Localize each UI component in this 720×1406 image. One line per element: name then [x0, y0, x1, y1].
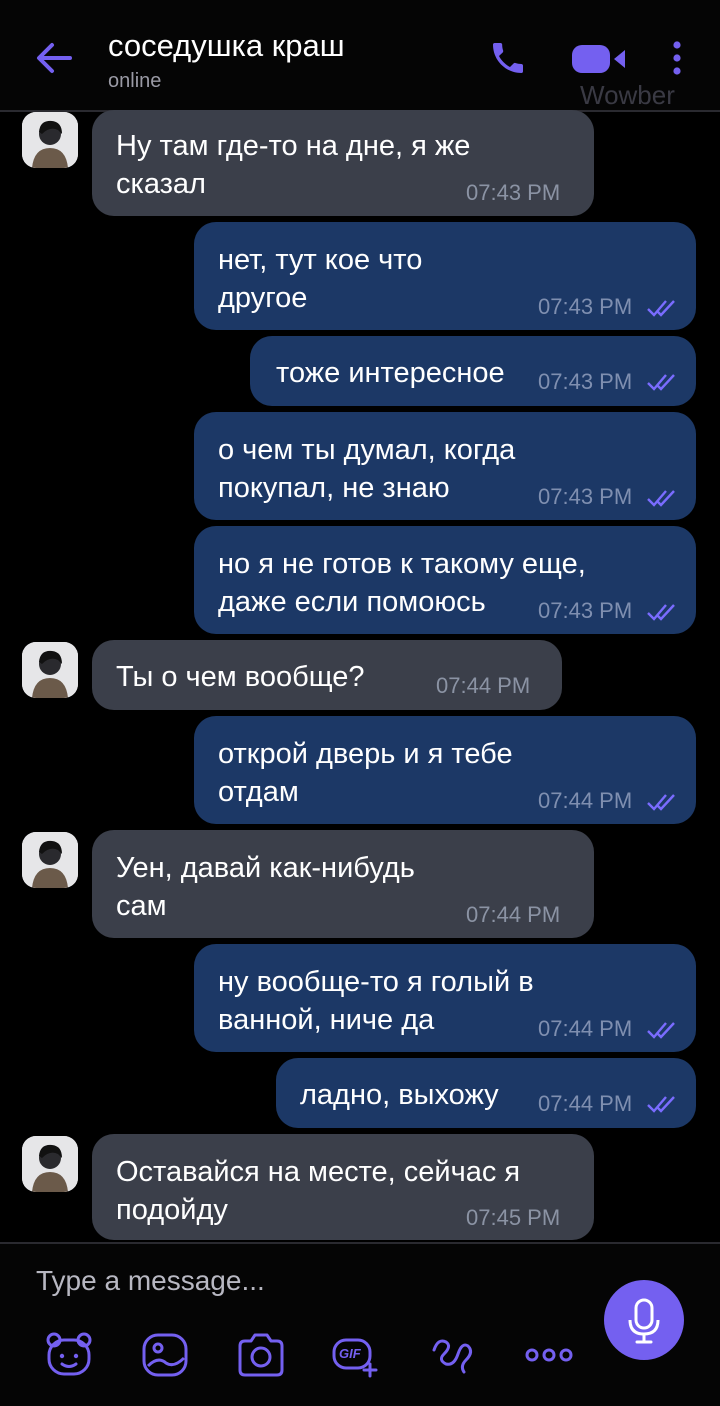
chat-header: соседушка краш online Wowber: [0, 0, 720, 112]
contact-name[interactable]: соседушка краш: [108, 28, 345, 64]
voice-message-button[interactable]: [604, 1280, 684, 1360]
message-text: тоже интересное: [276, 357, 505, 389]
message-time: 07:44 PM: [538, 1091, 633, 1116]
camera-icon[interactable]: [236, 1330, 286, 1380]
back-arrow-icon[interactable]: [34, 38, 74, 78]
message-time: 07:43 PM: [538, 598, 633, 623]
message-time: 07:43 PM: [538, 484, 633, 509]
avatar[interactable]: [22, 832, 78, 888]
message-text: ладно, выхожу: [300, 1079, 499, 1111]
read-ticks-icon: [647, 1022, 675, 1039]
message-time: 07:43 PM: [538, 369, 633, 394]
gif-button[interactable]: GIF: [330, 1330, 380, 1380]
message-time: 07:43 PM: [538, 294, 633, 319]
microphone-icon: [628, 1298, 660, 1344]
more-vert-icon[interactable]: [668, 40, 686, 76]
message-text: Оставайся на месте, сейчас я подойду: [116, 1156, 521, 1226]
avatar[interactable]: [22, 112, 78, 168]
message-time: 07:44 PM: [538, 788, 633, 813]
message-text: о чем ты думал, когда покупал, не знаю: [218, 434, 516, 504]
read-ticks-icon: [647, 604, 675, 621]
sticker-bear-icon[interactable]: [44, 1330, 94, 1380]
message-input[interactable]: Type a message...: [36, 1265, 265, 1297]
read-ticks-icon: [647, 1096, 675, 1113]
read-ticks-icon: [647, 794, 675, 811]
message-text: открой дверь и я тебе отдам: [218, 738, 513, 808]
message-time: 07:45 PM: [466, 1205, 561, 1230]
contact-status: online: [108, 70, 162, 92]
message-text: Ты о чем вообще?: [116, 661, 365, 693]
phone-icon[interactable]: [488, 38, 528, 78]
gallery-icon[interactable]: [140, 1330, 190, 1380]
message-time: 07:44 PM: [436, 673, 531, 698]
gif-label: GIF: [339, 1346, 361, 1361]
read-ticks-icon: [647, 374, 675, 391]
message-text: нет, тут кое что другое: [218, 244, 423, 314]
message-text: но я не готов к такому еще, даже если по…: [218, 548, 586, 618]
avatar[interactable]: [22, 1136, 78, 1192]
message-time: 07:44 PM: [538, 1016, 633, 1041]
app-watermark: Wowber: [580, 80, 675, 110]
message-time: 07:44 PM: [466, 902, 561, 927]
read-ticks-icon: [647, 300, 675, 317]
video-call-icon[interactable]: [570, 42, 628, 76]
message-time: 07:43 PM: [466, 180, 561, 205]
message-text: Уен, давай как-нибудь сам: [116, 852, 415, 922]
message-text: Ну там где-то на дне, я же сказал: [116, 130, 471, 200]
doodle-icon[interactable]: [428, 1330, 478, 1380]
avatar[interactable]: [22, 642, 78, 698]
more-options-icon[interactable]: [524, 1330, 574, 1380]
read-ticks-icon: [647, 490, 675, 507]
message-text: ну вообще-то я голый в ванной, ниче да: [218, 966, 534, 1036]
